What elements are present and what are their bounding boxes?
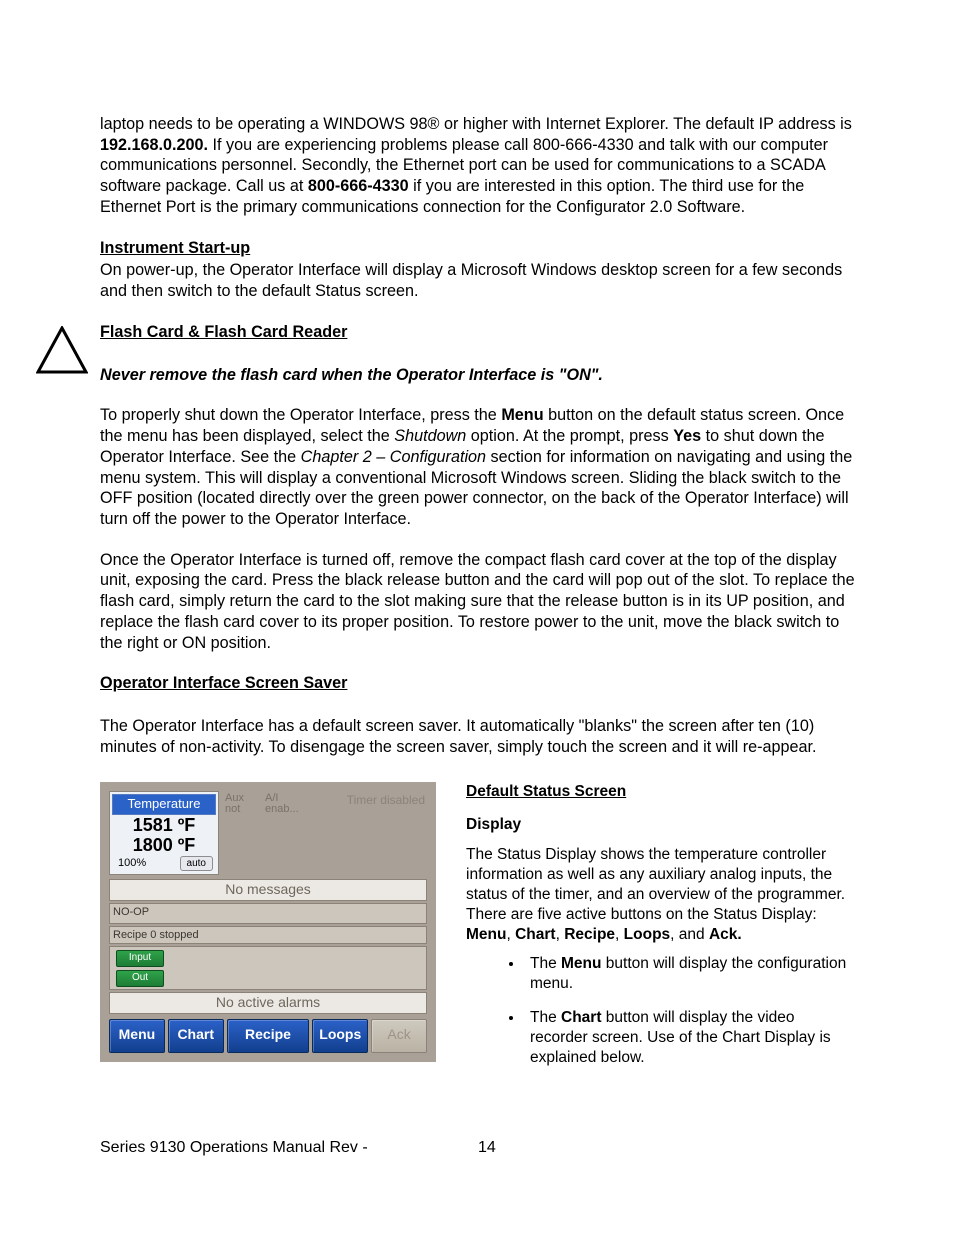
menu-button[interactable]: Menu — [109, 1019, 165, 1053]
text: The — [530, 955, 561, 972]
warning-triangle-icon — [36, 326, 88, 374]
phone-number: 800-666-4330 — [308, 177, 409, 195]
temperature-card[interactable]: Temperature 1581 ºF 1800 ºF 100% auto — [109, 791, 219, 875]
timer-status: Timer disabled — [347, 791, 427, 808]
footer-title: Series 9130 Operations Manual Rev - — [100, 1139, 368, 1157]
paragraph-poweroff: Once the Operator Interface is turned of… — [100, 550, 856, 654]
paragraph-startup: On power-up, the Operator Interface will… — [100, 260, 856, 301]
text: option. At the prompt, press — [466, 427, 673, 445]
ai-cell: A/I enab... — [265, 791, 325, 816]
bottom-button-row: Menu Chart Recipe Loops Ack — [109, 1019, 427, 1053]
loops-ref: Loops — [624, 926, 671, 943]
alarms-bar: No active alarms — [109, 992, 427, 1014]
paragraph-screen-saver: The Operator Interface has a default scr… — [100, 716, 856, 757]
display-description: The Status Display shows the temperature… — [466, 845, 856, 944]
flash-card-section: Flash Card & Flash Card Reader Never rem… — [100, 322, 856, 385]
recipe-ref: Recipe — [564, 926, 615, 943]
loops-button[interactable]: Loops — [312, 1019, 368, 1053]
right-column: Default Status Screen Display The Status… — [466, 782, 856, 1082]
heading-screen-saver: Operator Interface Screen Saver — [100, 673, 856, 694]
heading-flash-card: Flash Card & Flash Card Reader — [100, 322, 856, 343]
top-panel: Temperature 1581 ºF 1800 ºF 100% auto Au… — [109, 791, 427, 875]
ip-address: 192.168.0.200. — [100, 136, 208, 154]
text: The — [530, 1009, 561, 1026]
chart-word: Chart — [561, 1009, 601, 1026]
text: The Status Display shows the temperature… — [466, 846, 845, 922]
chapter-ref: Chapter 2 – Configuration — [301, 448, 486, 466]
messages-bar: No messages — [109, 879, 427, 901]
menu-ref: Menu — [466, 926, 506, 943]
text: , — [506, 926, 515, 943]
ai-label-2: enab... — [265, 804, 325, 816]
aux-cell: Aux not — [225, 791, 259, 816]
shutdown-word: Shutdown — [394, 427, 466, 445]
document-page: laptop needs to be operating a WINDOWS 9… — [0, 0, 954, 1082]
page-footer: Series 9130 Operations Manual Rev - 14 — [100, 1139, 854, 1157]
button-description-list: The Menu button will display the configu… — [466, 954, 856, 1067]
menu-word: Menu — [501, 406, 543, 424]
yes-word: Yes — [673, 427, 701, 445]
noop-bar: NO-OP — [109, 903, 427, 924]
temperature-title: Temperature — [112, 794, 216, 816]
aux-label-2: not — [225, 804, 259, 816]
ack-button[interactable]: Ack — [371, 1019, 427, 1053]
heading-instrument-startup: Instrument Start-up — [100, 238, 856, 259]
recipe-button[interactable]: Recipe — [227, 1019, 310, 1053]
auto-mode-pill[interactable]: auto — [180, 856, 213, 871]
menu-word: Menu — [561, 955, 601, 972]
io-area: Input Out — [109, 946, 427, 990]
text: To properly shut down the Operator Inter… — [100, 406, 501, 424]
chart-button[interactable]: Chart — [168, 1019, 224, 1053]
text: , — [615, 926, 624, 943]
text: , — [556, 926, 565, 943]
input-button[interactable]: Input — [116, 950, 164, 967]
subheading-display: Display — [466, 815, 856, 835]
paragraph-shutdown: To properly shut down the Operator Inter… — [100, 405, 856, 529]
intro-paragraph: laptop needs to be operating a WINDOWS 9… — [100, 114, 856, 218]
warning-text: Never remove the flash card when the Ope… — [100, 365, 856, 386]
list-item: The Menu button will display the configu… — [524, 954, 856, 994]
text: laptop needs to be operating a WINDOWS 9… — [100, 115, 852, 133]
status-screen-screenshot: Temperature 1581 ºF 1800 ºF 100% auto Au… — [100, 782, 436, 1062]
page-number: 14 — [478, 1139, 496, 1157]
heading-default-status: Default Status Screen — [466, 782, 856, 802]
recipe-status-bar: Recipe 0 stopped — [109, 926, 427, 944]
chart-ref: Chart — [515, 926, 555, 943]
list-item: The Chart button will display the video … — [524, 1008, 856, 1067]
output-percent: 100% — [118, 856, 146, 870]
text: , and — [670, 926, 709, 943]
temperature-pv: 1581 ºF — [112, 815, 216, 835]
out-button[interactable]: Out — [116, 970, 164, 987]
two-column-area: Temperature 1581 ºF 1800 ºF 100% auto Au… — [100, 782, 856, 1082]
temperature-sp: 1800 ºF — [112, 835, 216, 855]
ack-ref: Ack. — [709, 926, 742, 943]
